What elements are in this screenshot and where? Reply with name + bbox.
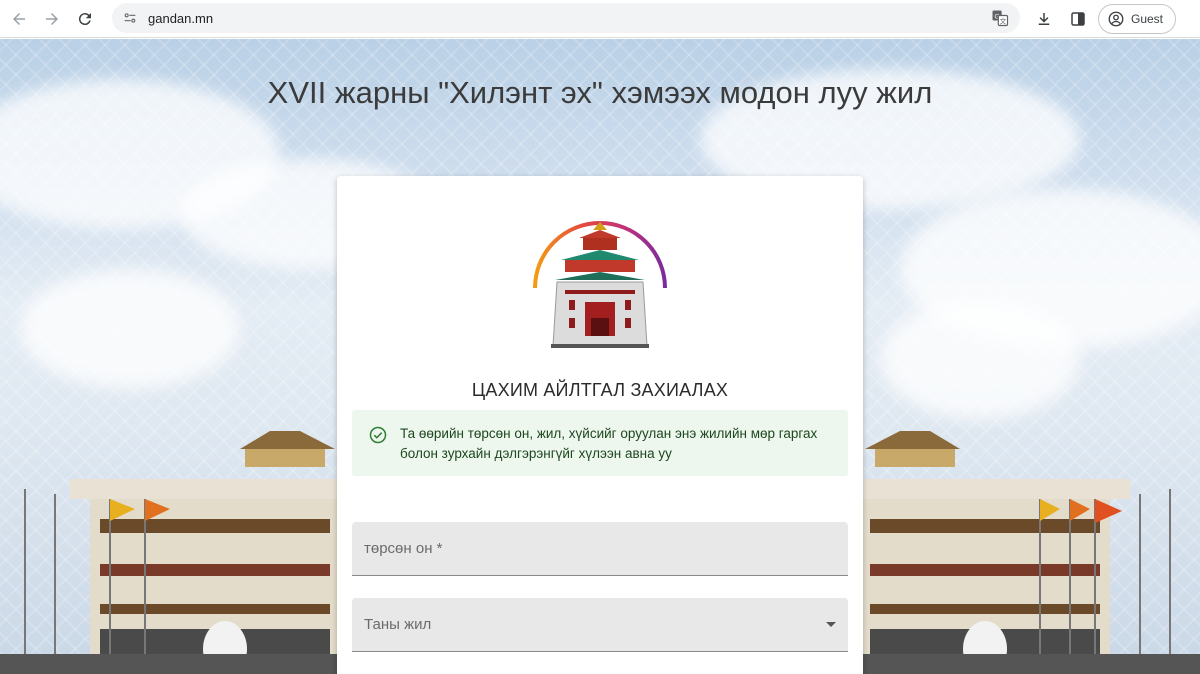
birth-year-label: төрсөн он * <box>364 540 443 557</box>
alert-message: Та өөрийн төрсөн он, жил, хүйсийг оруула… <box>400 426 818 461</box>
card-heading: ЦАХИМ АЙЛТГАЛ ЗАХИАЛАХ <box>471 380 729 400</box>
page-title: XVII жарны "Хилэнт эх" хэмээх модон луу … <box>267 75 933 110</box>
year-select-label: Таны жил <box>364 616 432 633</box>
temple-logo <box>533 221 667 348</box>
booking-card: ЦАХИМ АЙЛТГАЛ ЗАХИАЛАХ Та өөрийн төрсөн … <box>337 176 863 674</box>
left-building-image <box>0 431 340 674</box>
info-alert: Та өөрийн төрсөн он, жил, хүйсийг оруула… <box>352 410 848 476</box>
forward-icon[interactable] <box>38 5 66 33</box>
svg-text:文: 文 <box>1000 16 1007 25</box>
address-bar[interactable]: gandan.mn G文 <box>112 3 1020 33</box>
dropdown-arrow-icon <box>826 622 836 627</box>
reload-icon[interactable] <box>71 5 99 33</box>
check-circle-icon <box>369 426 387 444</box>
translate-icon[interactable]: G文 <box>990 8 1010 28</box>
site-info-icon[interactable] <box>118 6 142 30</box>
year-select[interactable]: Таны жил <box>352 598 848 652</box>
profile-label: Guest <box>1130 12 1163 26</box>
account-icon <box>1108 11 1124 27</box>
side-panel-icon[interactable] <box>1064 5 1092 33</box>
browser-toolbar: gandan.mn G文 Guest <box>0 0 1200 38</box>
right-building-image <box>860 431 1200 674</box>
birth-year-field[interactable]: төрсөн он * <box>352 522 848 576</box>
profile-button[interactable]: Guest <box>1097 4 1176 34</box>
back-icon[interactable] <box>5 5 33 33</box>
page-background: XVII жарны "Хилэнт эх" хэмээх модон луу … <box>0 39 1200 674</box>
download-icon[interactable] <box>1030 5 1058 33</box>
url-text[interactable]: gandan.mn <box>148 11 213 26</box>
